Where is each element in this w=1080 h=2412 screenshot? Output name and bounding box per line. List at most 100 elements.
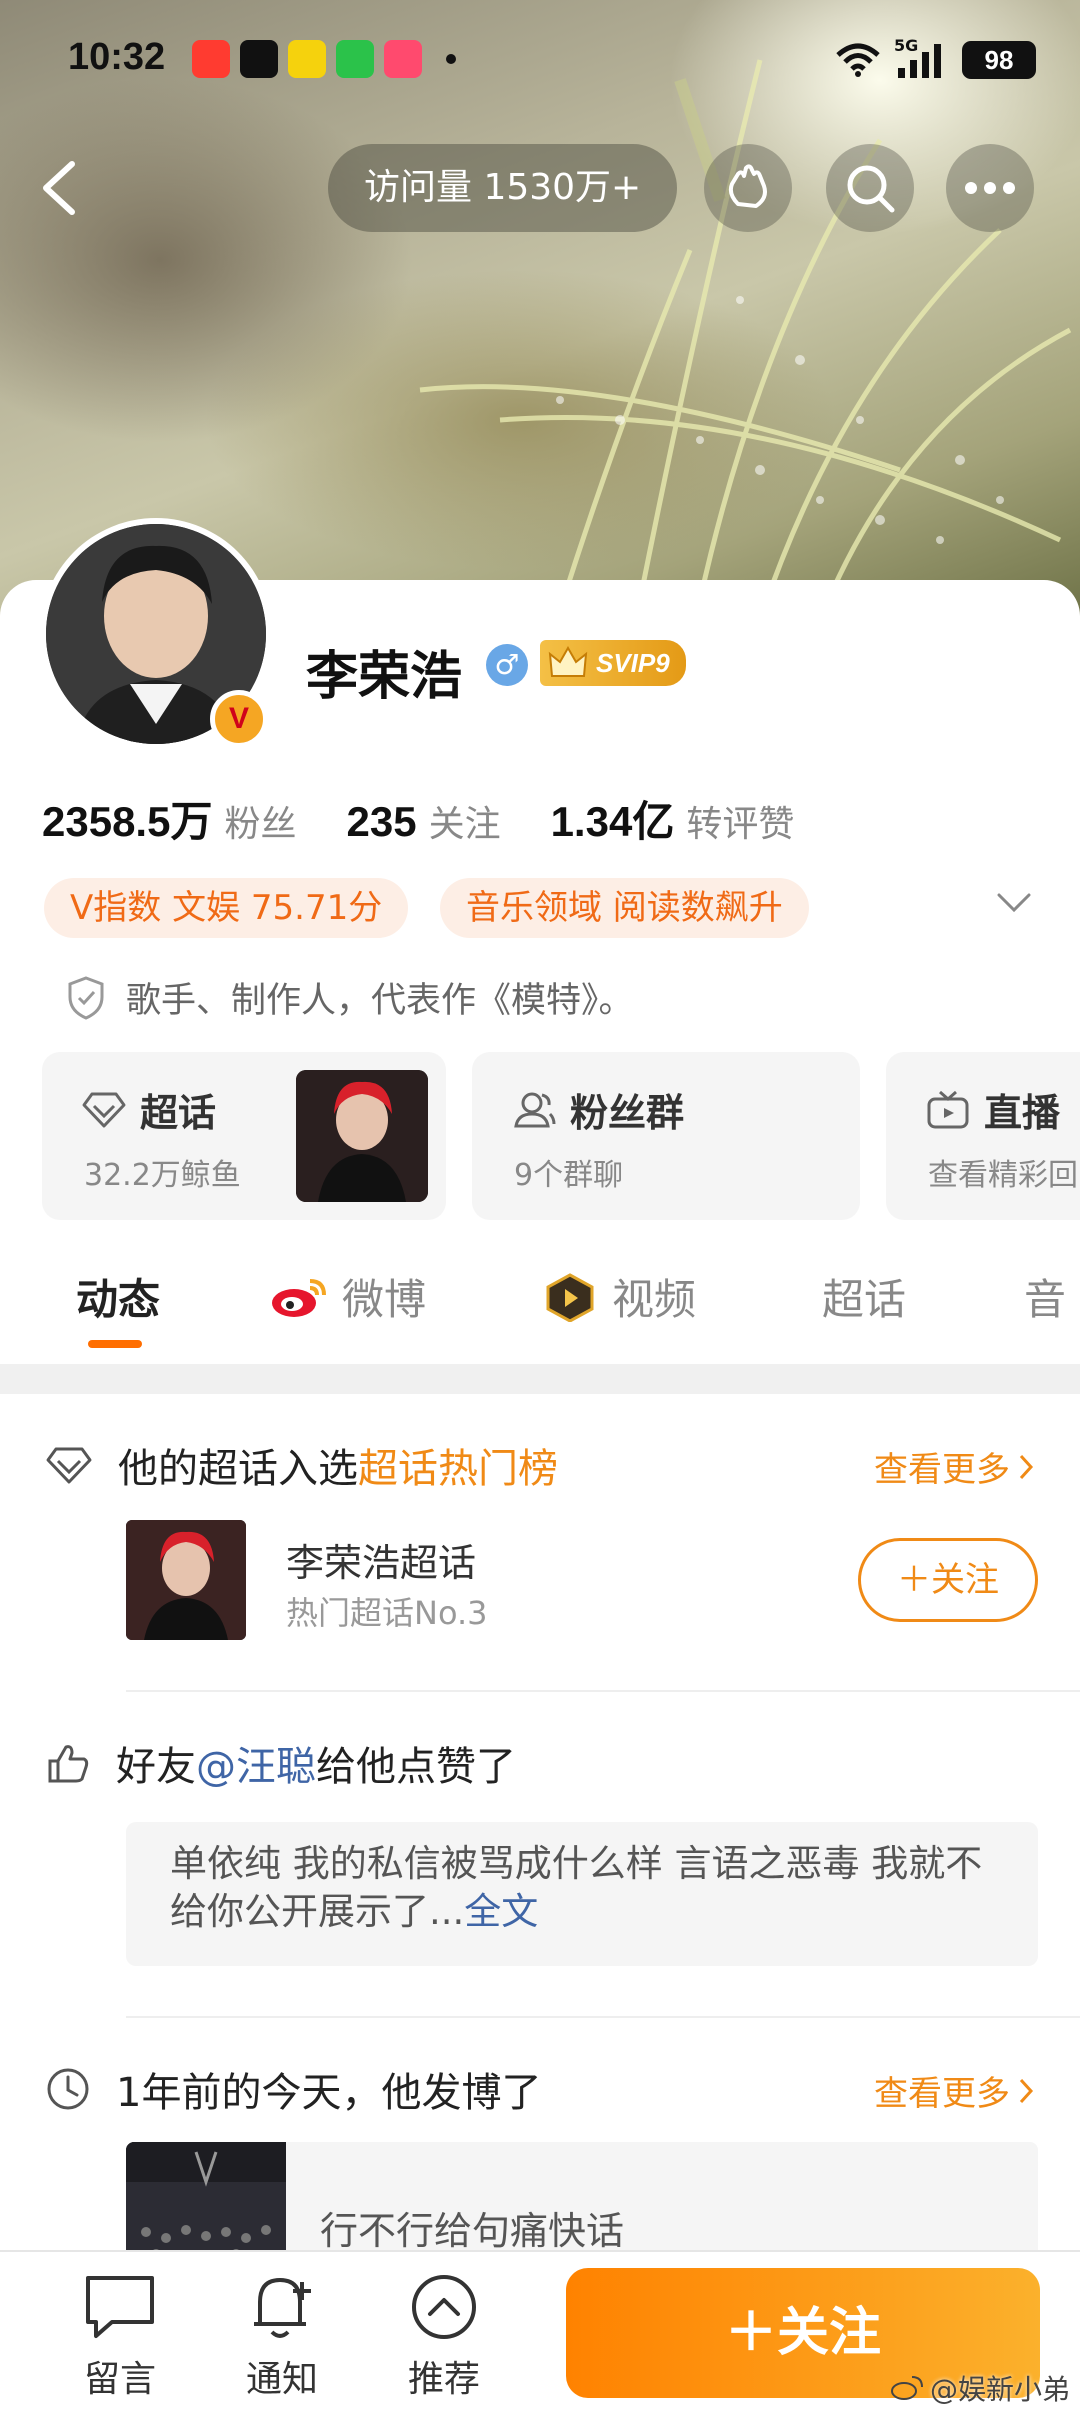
status-bar: 10:32 5G 98 — [0, 28, 1080, 92]
followers-count[interactable]: 2358.5万 — [42, 788, 212, 849]
friend-like-prefix: 好友 — [116, 1744, 196, 1790]
bell-plus-icon — [254, 2278, 311, 2338]
wifi-icon — [836, 43, 880, 77]
tab-music[interactable]: 音 — [1024, 1266, 1066, 1327]
tab-feed[interactable]: 动态 — [76, 1266, 160, 1327]
full-text-link[interactable]: 全文 — [464, 1890, 538, 1933]
music-domain-tag[interactable]: 音乐领域 阅读数飙升 — [440, 878, 809, 938]
memory-more-label: 查看更多 — [874, 2074, 1010, 2114]
super-topic-rank-highlight[interactable]: 超话热门榜 — [358, 1446, 558, 1492]
tab-weibo[interactable]: 微博 — [270, 1266, 426, 1327]
diamond-outline-icon — [46, 1447, 92, 1484]
friend-like-text: 好友@汪聪给他点赞了 — [116, 1734, 516, 1792]
profile-stats: 2358.5万 粉丝 235 关注 1.34亿 转评赞 — [42, 788, 844, 849]
search-button[interactable] — [826, 144, 914, 232]
divider — [126, 1690, 1080, 1692]
friend-like-suffix: 给他点赞了 — [316, 1744, 516, 1790]
super-topic-item-title[interactable]: 李荣浩超话 — [286, 1532, 476, 1587]
profile-tabs: 动态 微博 视频 超话 音 — [0, 1246, 1080, 1356]
friend-mention-link[interactable]: @汪聪 — [196, 1744, 316, 1790]
svip-label: SVIP9 — [596, 648, 670, 678]
back-arrow-icon — [43, 161, 75, 215]
status-time: 10:32 — [68, 36, 166, 78]
engagement-label[interactable]: 转评赞 — [686, 795, 794, 847]
message-label: 留言 — [83, 2359, 156, 2400]
liked-post-quote[interactable]: 单依纯 我的私信被骂成什么样 言语之恶毒 我就不给你公开展示了...全文 — [126, 1822, 1038, 1966]
crown-icon — [548, 645, 588, 677]
verified-v-badge: V — [210, 690, 268, 748]
memory-post-text: 行不行给句痛快话 — [320, 2209, 625, 2253]
notify-label: 通知 — [245, 2359, 318, 2400]
live-card[interactable]: 直播 查看精彩回 — [886, 1052, 1080, 1220]
bio: 歌手、制作人，代表作《模特》。 — [66, 972, 634, 1023]
tab-feed-label: 动态 — [76, 1275, 161, 1324]
visit-count-pill[interactable]: 访问量 1530万+ — [328, 144, 678, 232]
diamond-icon — [82, 1092, 126, 1127]
back-button[interactable] — [36, 158, 86, 218]
search-icon — [847, 165, 895, 213]
live-title: 直播 — [984, 1091, 1061, 1135]
super-topic-thumbnail — [296, 1070, 428, 1202]
fan-group-card[interactable]: 粉丝群 9个群聊 — [472, 1052, 860, 1220]
tab-music-label: 音 — [1024, 1275, 1067, 1324]
super-topic-rank-prefix: 他的超话入选 — [118, 1446, 358, 1492]
super-topic-subtitle: 32.2万鲸鱼 — [84, 1158, 241, 1193]
recommend-button[interactable]: 推荐 — [384, 2272, 504, 2402]
followers-label[interactable]: 粉丝 — [224, 795, 296, 847]
v-index-tag[interactable]: V指数 文娱 75.71分 — [44, 878, 409, 938]
profile-card — [0, 580, 1080, 2412]
super-topic-follow-button[interactable]: ＋关注 — [858, 1538, 1038, 1622]
tab-video[interactable]: 视频 — [542, 1266, 696, 1327]
clock-icon — [47, 2068, 89, 2110]
super-topic-rank-title: 他的超话入选超话热门榜 — [118, 1436, 558, 1494]
notification-app-icons — [192, 40, 456, 78]
weibo-watermark-icon — [890, 2376, 923, 2400]
super-topic-more-label: 查看更多 — [874, 1450, 1010, 1490]
video-app-icon — [192, 40, 230, 78]
system-icons: 5G 98 — [836, 36, 1036, 80]
live-subtitle: 查看精彩回 — [928, 1158, 1078, 1193]
more-button[interactable] — [946, 144, 1034, 232]
super-topic-card[interactable]: 超话 32.2万鲸鱼 — [42, 1052, 446, 1220]
divider — [126, 2016, 1080, 2018]
section-divider — [0, 1364, 1080, 1394]
active-tab-indicator — [88, 1340, 142, 1348]
recommend-label: 推荐 — [407, 2359, 480, 2400]
svip-badge[interactable]: SVIP9 — [540, 640, 686, 686]
super-topic-title: 超话 — [140, 1091, 217, 1135]
notify-button[interactable]: 通知 — [222, 2272, 342, 2402]
cell-signal-icon: 5G — [894, 36, 948, 80]
group-icon — [514, 1092, 556, 1127]
chevron-right-icon — [1019, 1454, 1034, 1479]
tab-super-topic-label: 超话 — [822, 1275, 907, 1324]
fan-group-title: 粉丝群 — [570, 1091, 685, 1135]
super-topic-item-thumbnail[interactable] — [126, 1520, 246, 1640]
memory-title: 1年前的今天，他发博了 — [116, 2070, 542, 2116]
poke-hand-icon — [728, 164, 767, 208]
message-bubble-icon — [86, 2276, 154, 2338]
super-topic-item-rank: 热门超话No.3 — [286, 1594, 488, 1632]
tab-super-topic[interactable]: 超话 — [822, 1266, 906, 1327]
memory-more-link[interactable]: 查看更多 — [874, 2066, 1034, 2115]
chevron-right-icon — [1019, 2078, 1034, 2103]
engagement-count[interactable]: 1.34亿 — [551, 788, 675, 849]
watermark-text: @娱新小弟 — [929, 2373, 1070, 2406]
tab-video-label: 视频 — [612, 1275, 697, 1324]
profile-name: 李荣浩 — [306, 647, 463, 707]
chevron-down-icon[interactable] — [996, 892, 1032, 914]
following-count[interactable]: 235 — [346, 798, 416, 846]
friend-like-header: 好友@汪聪给他点赞了 — [46, 1734, 516, 1792]
liked-post-text: 单依纯 我的私信被骂成什么样 言语之恶毒 我就不给你公开展示了... — [170, 1842, 983, 1933]
tv-icon — [927, 1090, 969, 1128]
thumbs-up-icon — [48, 1745, 89, 1783]
weibo-logo-icon — [272, 1278, 326, 1317]
memory-header: 1年前的今天，他发博了 — [46, 2060, 541, 2118]
weibo-app-icon — [288, 40, 326, 78]
message-button[interactable]: 留言 — [60, 2272, 180, 2402]
following-label[interactable]: 关注 — [429, 795, 501, 847]
super-topic-more-link[interactable]: 查看更多 — [874, 1442, 1034, 1491]
shield-icon — [68, 975, 104, 1020]
watermark: @娱新小弟 — [890, 2368, 1070, 2408]
more-notifications-dot — [446, 54, 456, 64]
poke-button[interactable] — [704, 144, 792, 232]
